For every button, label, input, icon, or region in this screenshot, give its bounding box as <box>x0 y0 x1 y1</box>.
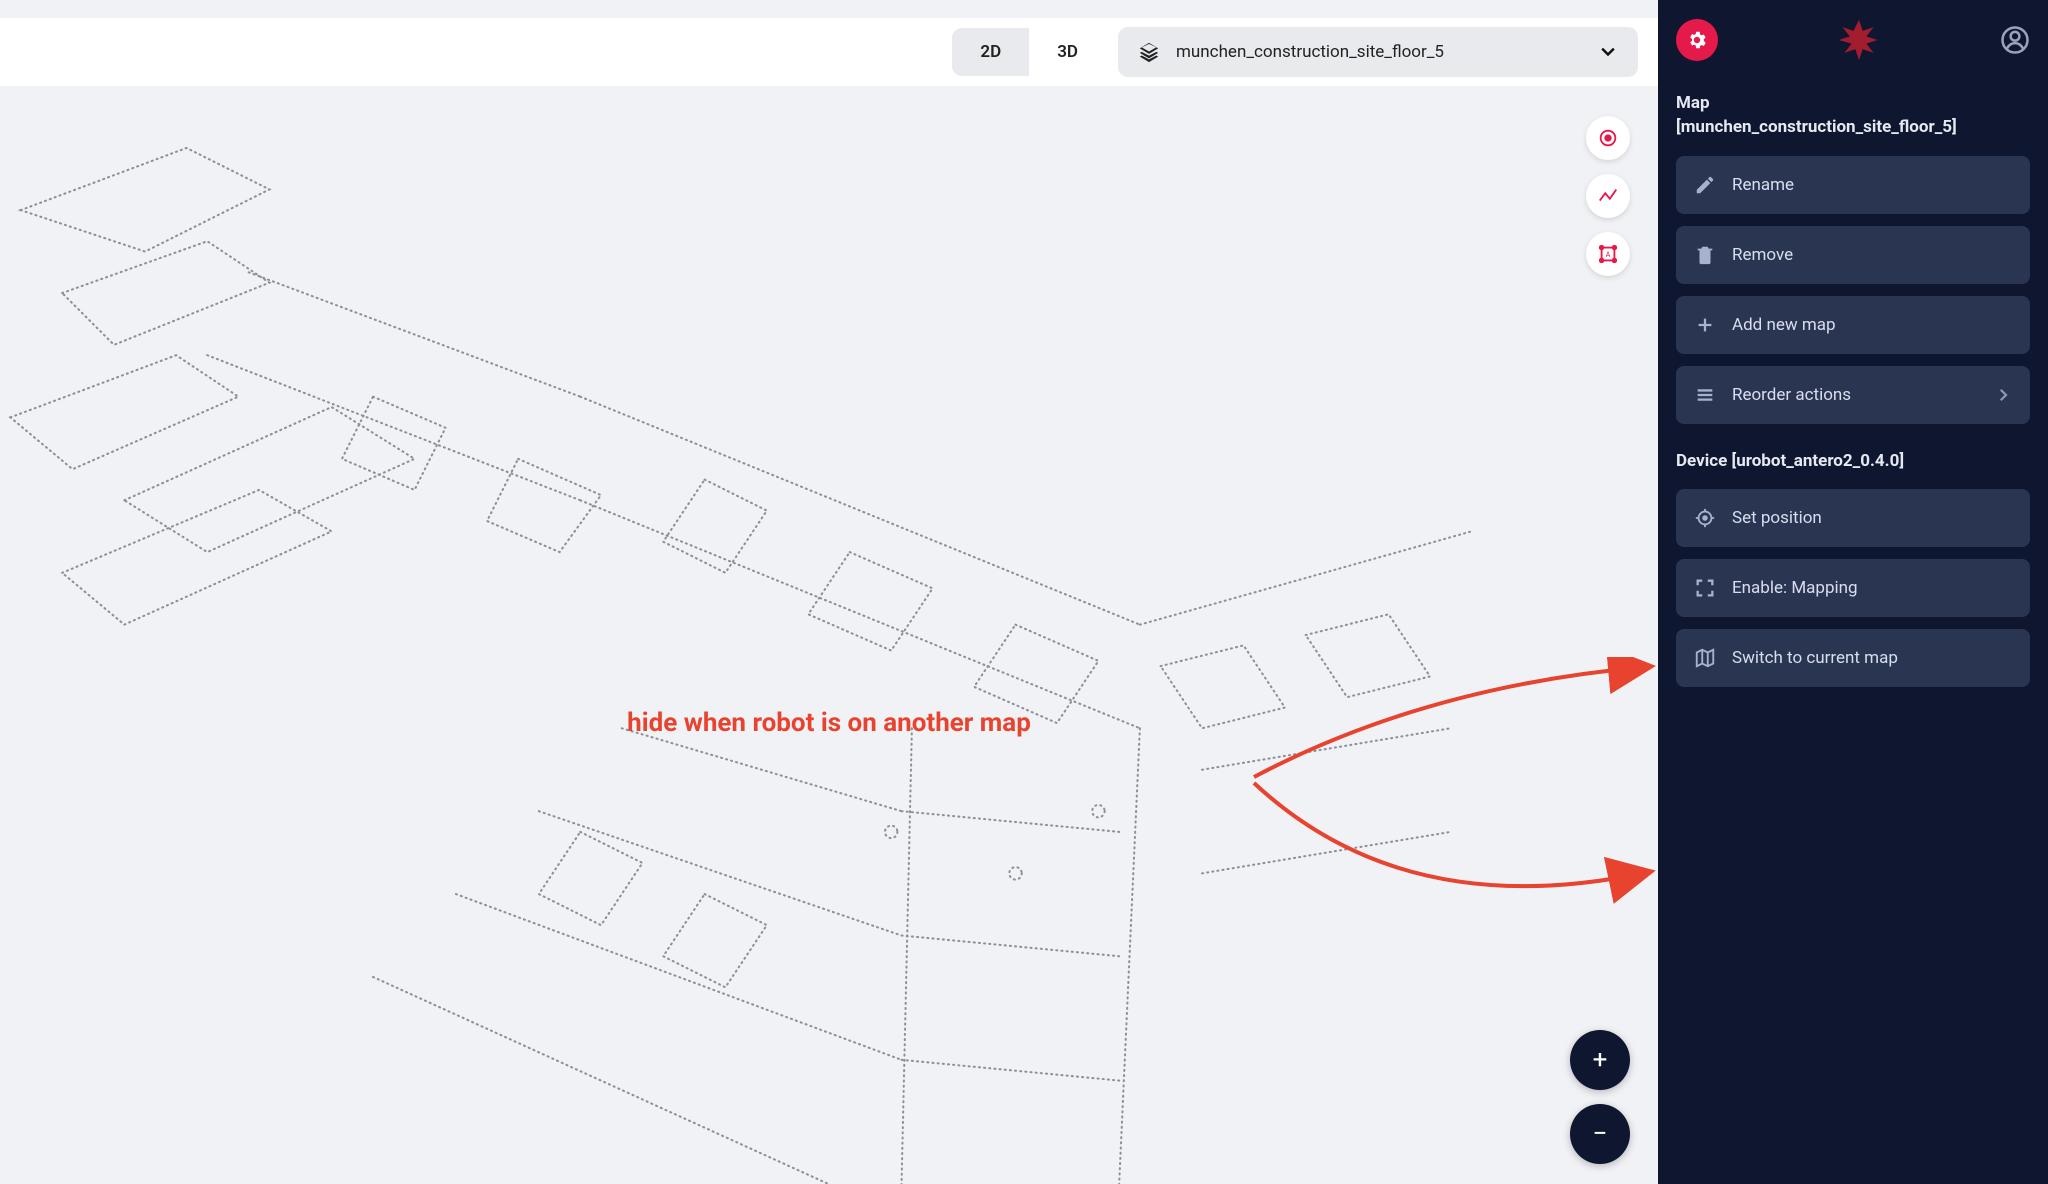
area-button[interactable]: A <box>1586 232 1630 276</box>
locate-button[interactable] <box>1586 116 1630 160</box>
profile-button[interactable] <box>2000 25 2030 55</box>
topbar: 2D 3D munchen_construction_site_floor_5 <box>0 0 1658 86</box>
set-position-label: Set position <box>1732 508 1822 528</box>
add-new-map-button[interactable]: Add new map <box>1676 296 2030 354</box>
list-icon <box>1694 384 1716 406</box>
map-tools: A <box>1586 116 1630 276</box>
remove-button[interactable]: Remove <box>1676 226 2030 284</box>
target-icon <box>1694 507 1716 529</box>
map-pointcloud <box>0 86 1658 1184</box>
brand-logo <box>1837 18 1881 62</box>
fullscreen-icon <box>1694 577 1716 599</box>
view-toggle: 2D 3D <box>952 28 1106 76</box>
switch-map-button[interactable]: Switch to current map <box>1676 629 2030 687</box>
plus-icon <box>1694 314 1716 336</box>
chevron-down-icon <box>1598 42 1618 62</box>
set-position-button[interactable]: Set position <box>1676 489 2030 547</box>
map-dropdown-label: munchen_construction_site_floor_5 <box>1176 42 1582 62</box>
path-button[interactable] <box>1586 174 1630 218</box>
map-dropdown[interactable]: munchen_construction_site_floor_5 <box>1118 27 1638 77</box>
zoom-controls: + − <box>1570 1030 1630 1164</box>
enable-mapping-button[interactable]: Enable: Mapping <box>1676 559 2030 617</box>
gear-icon <box>1686 29 1708 51</box>
add-new-map-label: Add new map <box>1732 315 1836 335</box>
rename-button[interactable]: Rename <box>1676 156 2030 214</box>
map-section-title: Map [munchen_construction_site_floor_5] <box>1676 92 2030 140</box>
reorder-actions-button[interactable]: Reorder actions <box>1676 366 2030 424</box>
map-canvas[interactable]: A + − hide when robot is on another map <box>0 86 1658 1184</box>
pencil-icon <box>1694 174 1716 196</box>
remove-label: Remove <box>1732 245 1793 265</box>
rename-label: Rename <box>1732 175 1794 195</box>
right-sidebar: Map [munchen_construction_site_floor_5] … <box>1658 0 2048 1184</box>
svg-text:A: A <box>1606 250 1611 259</box>
sidebar-header <box>1676 18 2030 62</box>
layers-icon <box>1138 41 1160 63</box>
switch-map-label: Switch to current map <box>1732 648 1898 668</box>
reorder-actions-label: Reorder actions <box>1732 385 1851 405</box>
zoom-in-button[interactable]: + <box>1570 1030 1630 1090</box>
view-3d-button[interactable]: 3D <box>1029 28 1106 76</box>
enable-mapping-label: Enable: Mapping <box>1732 578 1858 598</box>
device-section-title: Device [urobot_antero2_0.4.0] <box>1676 450 2030 474</box>
chevron-right-icon <box>1994 386 2012 404</box>
user-icon <box>2000 25 2030 55</box>
view-2d-button[interactable]: 2D <box>952 28 1029 76</box>
trash-icon <box>1694 244 1716 266</box>
map-icon <box>1694 647 1716 669</box>
settings-button[interactable] <box>1676 19 1718 61</box>
zoom-out-button[interactable]: − <box>1570 1104 1630 1164</box>
